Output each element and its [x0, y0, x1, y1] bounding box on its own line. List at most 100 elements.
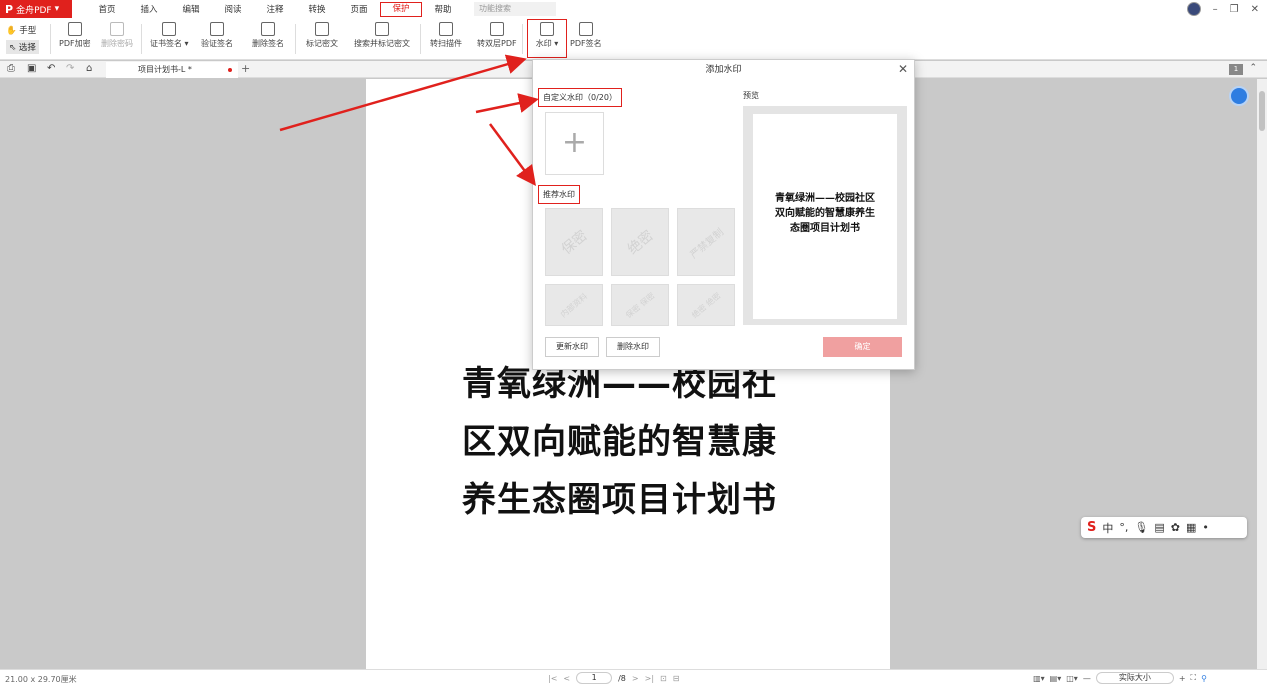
- restore-icon[interactable]: ❐: [1230, 4, 1239, 15]
- unlock-icon: [110, 22, 124, 36]
- pdf-sign-button[interactable]: PDF签名: [570, 22, 602, 49]
- add-watermark-tile[interactable]: +: [545, 112, 604, 175]
- page-dimensions: 21.00 x 29.70厘米: [5, 675, 77, 684]
- watermark-option[interactable]: 绝密: [611, 208, 669, 276]
- search-redact-button[interactable]: 搜索并标记密文: [354, 22, 410, 49]
- menu-help[interactable]: 帮助: [422, 3, 464, 15]
- single-page-view-icon[interactable]: ▥▾: [1033, 674, 1045, 683]
- vertical-scrollbar[interactable]: [1257, 79, 1267, 669]
- scroll-thumb[interactable]: [1259, 91, 1265, 131]
- hand-tool[interactable]: ✋ 手型: [6, 24, 36, 36]
- recommended-watermark-label: 推荐水印: [538, 185, 580, 204]
- dual-layer-button[interactable]: 转双层PDF: [477, 22, 517, 49]
- last-page-icon[interactable]: >|: [645, 674, 654, 683]
- redact-mark-button[interactable]: 标记密文: [306, 22, 338, 49]
- plus-icon: +: [561, 125, 588, 160]
- verify-sign-button[interactable]: 验证签名: [201, 22, 233, 49]
- add-watermark-dialog: 添加水印 ✕ 自定义水印（0/20） + 推荐水印 保密 绝密 严禁复制 内部资…: [532, 59, 915, 370]
- close-icon[interactable]: ✕: [898, 62, 908, 76]
- watermark-option-text: 绝密: [624, 227, 657, 258]
- watermark-option[interactable]: 绝密 绝密: [677, 284, 735, 326]
- apps-grid-icon[interactable]: ▦: [1186, 521, 1196, 534]
- prev-page-icon[interactable]: <: [563, 674, 570, 683]
- window-controls: – ❐ ✕: [1186, 2, 1259, 16]
- search-input[interactable]: 功能搜索: [474, 2, 556, 16]
- punctuation-icon[interactable]: °,: [1119, 521, 1128, 534]
- delete-sign-button[interactable]: 删除签名: [252, 22, 284, 49]
- rotate-icon[interactable]: ⊟: [673, 674, 680, 683]
- hand-icon: ✋: [6, 26, 17, 36]
- keyboard-icon[interactable]: ▤: [1154, 521, 1164, 534]
- certificate-sign-button[interactable]: 证书签名 ▾: [150, 22, 189, 49]
- menu-read[interactable]: 阅读: [212, 3, 254, 15]
- watermark-option[interactable]: 保密 保密: [611, 284, 669, 326]
- undo-icon[interactable]: ↶: [47, 63, 55, 74]
- delete-watermark-button[interactable]: 删除水印: [606, 337, 660, 357]
- divider: [141, 24, 142, 54]
- avatar[interactable]: [1186, 2, 1201, 16]
- microphone-icon[interactable]: 🎙: [1134, 521, 1148, 534]
- menu-insert[interactable]: 插入: [128, 3, 170, 15]
- translate-float-icon[interactable]: [1229, 86, 1249, 106]
- watermark-icon: [540, 22, 554, 36]
- watermark-option[interactable]: 保密: [545, 208, 603, 276]
- fit-page-icon[interactable]: ⊡: [660, 674, 667, 683]
- pdf-encrypt-button[interactable]: PDF加密: [59, 22, 91, 49]
- select-tool[interactable]: ⇖ 选择: [6, 40, 39, 54]
- tool-label: 搜索并标记密文: [354, 39, 410, 48]
- remove-password-button[interactable]: 删除密码: [101, 22, 133, 49]
- ribbon-toolbar: ✋ 手型 ⇖ 选择 PDF加密 删除密码 证书签名 ▾ 验证签名 删除签名 标记…: [0, 18, 1267, 60]
- fullscreen-icon[interactable]: ⛶: [1191, 673, 1197, 683]
- next-page-icon[interactable]: >: [632, 674, 639, 683]
- first-page-icon[interactable]: |<: [548, 674, 557, 683]
- zoom-out-icon[interactable]: —: [1083, 674, 1091, 683]
- home-icon[interactable]: ⌂: [86, 63, 92, 74]
- menu-protect[interactable]: 保护: [380, 1, 422, 17]
- tab-document[interactable]: 项目计划书-L *: [106, 62, 238, 78]
- save-icon[interactable]: ▣: [27, 63, 36, 74]
- watermark-option-text: 绝密 绝密: [689, 290, 723, 320]
- menu-edit[interactable]: 编辑: [170, 3, 212, 15]
- select-label: 选择: [18, 43, 36, 53]
- watermark-option-text: 保密 保密: [623, 290, 657, 320]
- delete-sign-icon: [261, 22, 275, 36]
- sogou-logo-icon[interactable]: S: [1087, 520, 1096, 535]
- tool-label: 证书签名 ▾: [150, 39, 189, 48]
- menu-page[interactable]: 页面: [338, 3, 380, 15]
- menu-home[interactable]: 首页: [86, 3, 128, 15]
- document-title: 青氧绿洲——校园社 区双向赋能的智慧康 养生态圈项目计划书: [462, 355, 802, 529]
- app-brand-label: 金舟PDF: [16, 5, 52, 16]
- menu-annotate[interactable]: 注释: [254, 3, 296, 15]
- lock-icon: [67, 22, 82, 36]
- continuous-view-icon[interactable]: ▤▾: [1050, 674, 1062, 683]
- menu-bar: P 金舟PDF ▾ 首页 插入 编辑 阅读 注释 转换 页面 保护 帮助 功能搜…: [0, 0, 1267, 18]
- tool-label: PDF签名: [570, 39, 602, 48]
- watermark-button[interactable]: 水印 ▾: [527, 19, 567, 58]
- custom-watermark-label: 自定义水印（0/20）: [538, 88, 622, 107]
- to-scan-button[interactable]: 转扫描件: [430, 22, 462, 49]
- zoom-select[interactable]: 实际大小: [1095, 672, 1174, 684]
- chevron-up-icon[interactable]: ⌃: [1249, 63, 1257, 73]
- app-brand-button[interactable]: P 金舟PDF ▾: [0, 0, 72, 18]
- close-icon[interactable]: ✕: [1251, 4, 1259, 15]
- new-tab-icon[interactable]: +: [241, 62, 250, 75]
- dual-page-view-icon[interactable]: ◫▾: [1066, 674, 1078, 683]
- ime-toolbar: S 中 °, 🎙 ▤ ✿ ▦ •: [1081, 517, 1247, 538]
- redo-icon[interactable]: ↷: [66, 63, 74, 74]
- confirm-button[interactable]: 确定: [823, 337, 902, 357]
- watermark-option[interactable]: 严禁复制: [677, 208, 735, 276]
- minimize-icon[interactable]: –: [1213, 4, 1218, 15]
- page-count-badge: 1: [1229, 64, 1243, 75]
- pin-icon[interactable]: ⚲: [1201, 674, 1207, 683]
- dialog-title: 添加水印: [705, 65, 742, 75]
- more-icon[interactable]: •: [1202, 521, 1209, 534]
- menu-convert[interactable]: 转换: [296, 3, 338, 15]
- ime-lang-toggle[interactable]: 中: [1102, 520, 1113, 536]
- update-watermark-button[interactable]: 更新水印: [545, 337, 599, 357]
- certificate-sign-icon: [162, 22, 177, 36]
- zoom-in-icon[interactable]: +: [1179, 674, 1186, 683]
- print-icon[interactable]: ⎙: [7, 63, 15, 74]
- skin-icon[interactable]: ✿: [1171, 521, 1180, 534]
- current-page-input[interactable]: 1: [576, 672, 613, 684]
- watermark-option[interactable]: 内部资料: [545, 284, 603, 326]
